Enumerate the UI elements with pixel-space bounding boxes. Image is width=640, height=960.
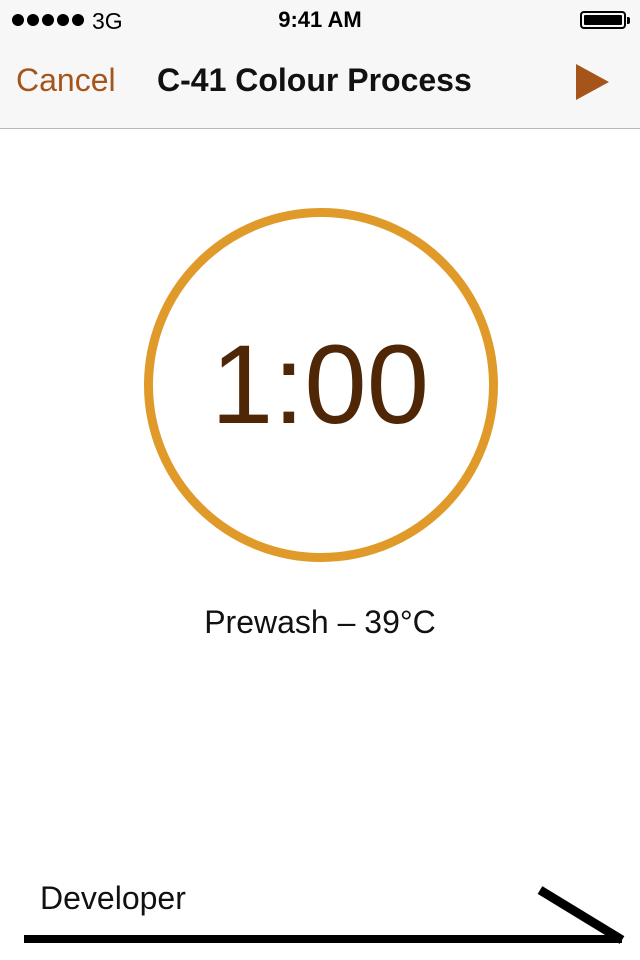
cancel-button[interactable]: Cancel bbox=[16, 62, 116, 99]
status-time: 9:41 AM bbox=[278, 7, 362, 32]
next-step-arrow-icon bbox=[24, 886, 625, 944]
step-label: Prewash – 39°C bbox=[204, 604, 436, 640]
page-title: C-41 Colour Process bbox=[157, 62, 472, 98]
battery-icon bbox=[580, 11, 630, 29]
timer-countdown: 1:00 bbox=[211, 322, 429, 447]
status-bar: 3G 9:41 AM bbox=[0, 0, 640, 40]
play-icon[interactable] bbox=[572, 62, 612, 102]
top-bar: 3G 9:41 AM Cancel C-41 Colour Process bbox=[0, 0, 640, 129]
next-step-bar[interactable]: Developer bbox=[0, 860, 640, 960]
timer-screen: 3G 9:41 AM Cancel C-41 Colour Process 1:… bbox=[0, 0, 640, 960]
